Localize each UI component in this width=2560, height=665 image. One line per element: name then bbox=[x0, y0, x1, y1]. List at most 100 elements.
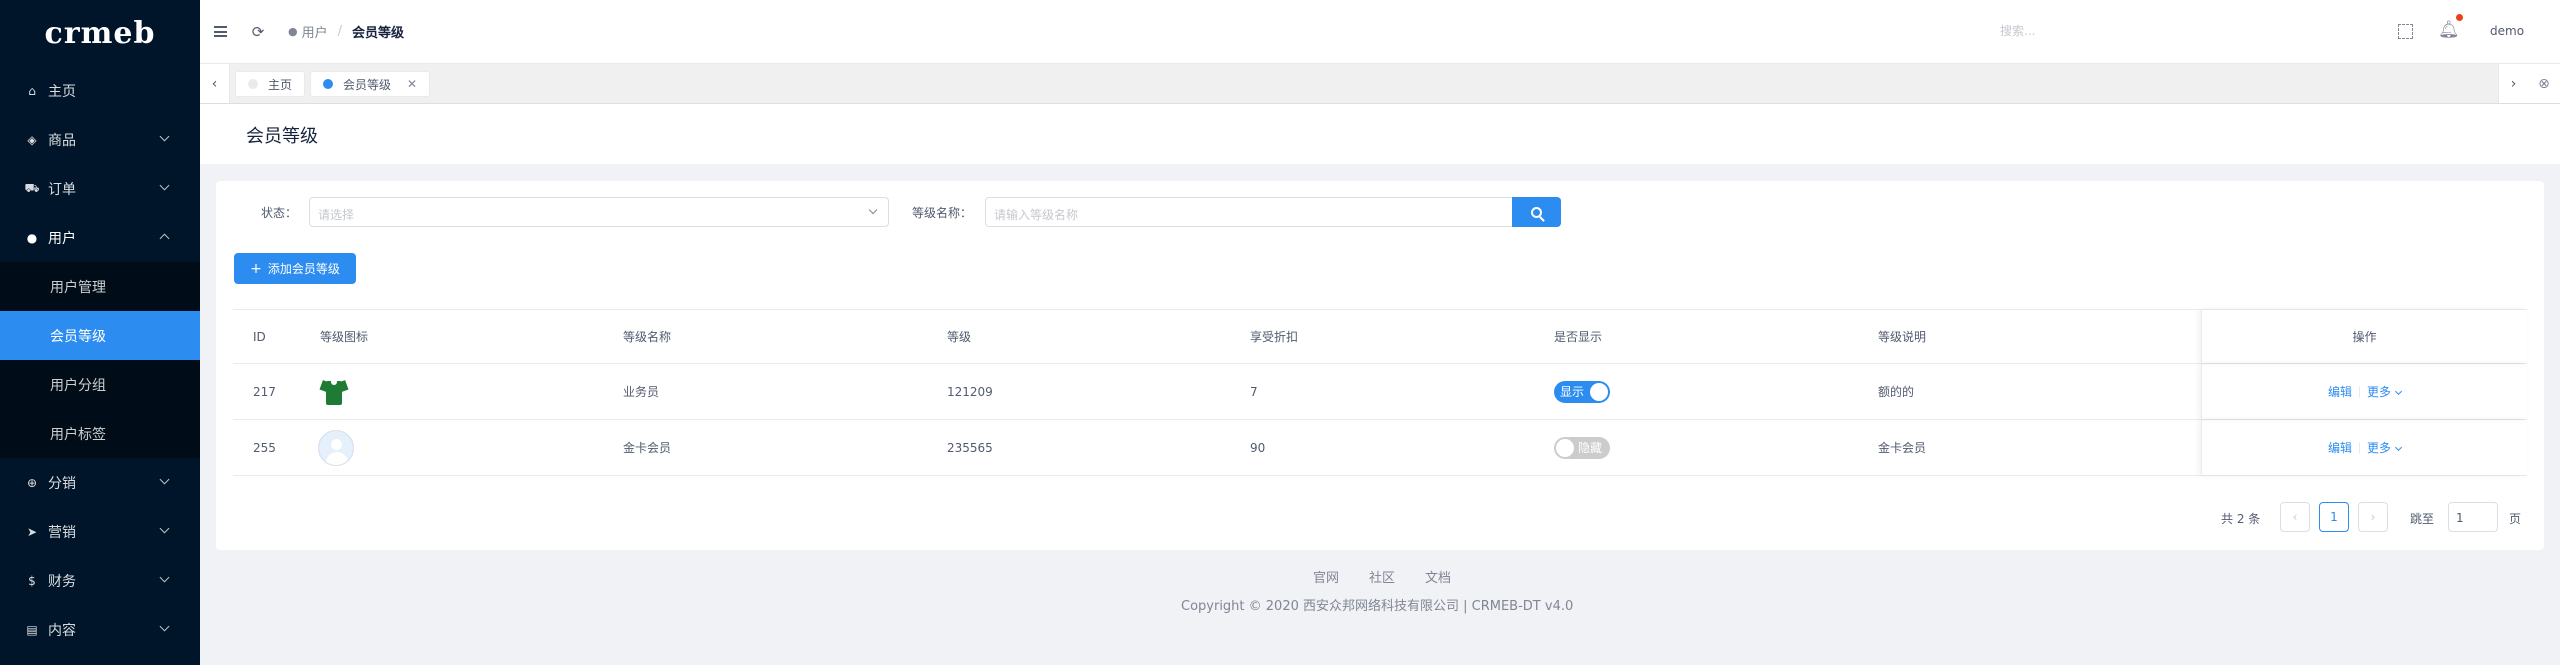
footer-link-docs[interactable]: 文档 bbox=[1425, 567, 1451, 586]
header-search-input[interactable]: 搜索... bbox=[2000, 22, 2150, 42]
more-dropdown[interactable]: 更多 bbox=[2367, 439, 2403, 456]
row-discount: 90 bbox=[1250, 440, 1266, 455]
footer-link-community[interactable]: 社区 bbox=[1369, 567, 1395, 586]
row-grade: 121209 bbox=[947, 384, 993, 399]
page-button-1[interactable]: 1 bbox=[2319, 502, 2349, 532]
sidebar-item-content[interactable]: ▤ 内容 bbox=[0, 605, 200, 654]
row-desc: 额的的 bbox=[1878, 385, 1915, 399]
chevron-down-icon bbox=[159, 572, 170, 583]
page-header: 会员等级 bbox=[200, 104, 2560, 164]
sidebar-subitem-user-management[interactable]: 用户管理 bbox=[0, 262, 200, 311]
cart-icon: ⛟ bbox=[24, 180, 40, 195]
user-icon: ● bbox=[288, 25, 298, 38]
col-icon: 等级图标 bbox=[320, 330, 369, 344]
main-card: 状态： 请选择 等级名称： 请输入等级名称 + 添加会员等级 ID 等级图标 等… bbox=[216, 181, 2544, 550]
col-name: 等级名称 bbox=[623, 330, 672, 344]
edit-link[interactable]: 编辑 bbox=[2328, 383, 2352, 400]
row-grade: 235565 bbox=[947, 440, 993, 455]
tab-status-dot bbox=[323, 79, 333, 89]
sidebar-item-label: 订单 bbox=[48, 181, 76, 198]
level-icon bbox=[319, 364, 349, 419]
more-label: 更多 bbox=[2367, 441, 2392, 455]
dollar-icon: $ bbox=[28, 573, 36, 588]
sidebar-item-orders[interactable]: ⛟ 订单 bbox=[0, 164, 200, 213]
tabs-scroll-left-button[interactable]: ‹ bbox=[200, 64, 230, 103]
user-menu[interactable]: demo bbox=[2490, 24, 2524, 38]
status-select[interactable]: 请选择 bbox=[309, 197, 889, 227]
add-button-label: 添加会员等级 bbox=[267, 262, 340, 276]
action-divider bbox=[2359, 385, 2360, 398]
status-label: 状态： bbox=[261, 206, 298, 220]
close-all-tabs-icon[interactable]: ⊗ bbox=[2528, 64, 2560, 103]
sidebar-item-finance[interactable]: $ 财务 bbox=[0, 556, 200, 605]
col-desc: 等级说明 bbox=[1878, 330, 1927, 344]
fullscreen-icon[interactable] bbox=[2398, 24, 2413, 39]
toggle-label: 隐藏 bbox=[1578, 441, 1603, 455]
book-icon: ▤ bbox=[26, 622, 38, 637]
row-name: 业务员 bbox=[623, 385, 660, 399]
close-icon[interactable]: ✕ bbox=[407, 77, 417, 91]
row-desc: 金卡会员 bbox=[1878, 441, 1927, 455]
copyright: Copyright © 2020 西安众邦网络科技有限公司 | CRMEB-DT… bbox=[1181, 599, 1574, 614]
avatar-icon bbox=[318, 429, 354, 466]
logo-text: crmeb bbox=[44, 15, 156, 51]
col-actions-label: 操作 bbox=[2352, 330, 2377, 344]
breadcrumb-current: 会员等级 bbox=[352, 26, 405, 41]
jump-to-label: 跳至 bbox=[2410, 512, 2435, 526]
prev-page-button[interactable]: ‹ bbox=[2280, 502, 2310, 532]
col-actions: 操作 bbox=[2201, 310, 2527, 363]
sidebar-subitem-user-tag[interactable]: 用户标签 bbox=[0, 409, 200, 458]
sidebar-item-goods[interactable]: ◈ 商品 bbox=[0, 115, 200, 164]
chevron-down-icon bbox=[2394, 387, 2403, 396]
sidebar-item-distribution[interactable]: ⊕ 分销 bbox=[0, 458, 200, 507]
page-title: 会员等级 bbox=[246, 126, 318, 147]
logo[interactable]: crmeb bbox=[0, 0, 200, 66]
search-button[interactable] bbox=[1512, 197, 1561, 227]
table-header-row: ID 等级图标 等级名称 等级 享受折扣 是否显示 等级说明 操作 bbox=[233, 309, 2527, 364]
sidebar-item-label: 分销 bbox=[48, 475, 76, 492]
next-page-button[interactable]: › bbox=[2358, 502, 2388, 532]
edit-link[interactable]: 编辑 bbox=[2328, 439, 2352, 456]
bell-icon[interactable]: 🔔︎ bbox=[2438, 20, 2460, 40]
tab-member-level[interactable]: 会员等级 ✕ bbox=[310, 71, 431, 97]
chevron-down-icon bbox=[2394, 443, 2403, 452]
tabs-scroll-right-button[interactable]: › bbox=[2498, 64, 2528, 103]
chevron-down-icon bbox=[159, 474, 170, 485]
user-icon: ● bbox=[26, 230, 38, 245]
sidebar-item-label: 财务 bbox=[48, 573, 76, 590]
level-name-input[interactable]: 请输入等级名称 bbox=[985, 197, 1512, 227]
tab-status-dot bbox=[248, 79, 258, 89]
show-toggle[interactable]: 显示 bbox=[1554, 380, 1610, 403]
sidebar-item-label: 商品 bbox=[48, 132, 76, 149]
menu-toggle-icon[interactable] bbox=[212, 26, 228, 37]
refresh-icon[interactable]: ⟳ bbox=[250, 23, 266, 41]
footer-link-website[interactable]: 官网 bbox=[1313, 567, 1339, 586]
row-name: 金卡会员 bbox=[623, 441, 672, 455]
jump-to-page-input[interactable]: 1 bbox=[2448, 502, 2498, 532]
sidebar-item-users[interactable]: ● 用户 bbox=[0, 213, 200, 262]
tab-home[interactable]: 主页 bbox=[235, 71, 306, 97]
level-name-placeholder: 请输入等级名称 bbox=[994, 208, 1079, 222]
row-show-cell: 隐藏 bbox=[1554, 420, 1610, 475]
row-id: 217 bbox=[253, 384, 276, 399]
more-dropdown[interactable]: 更多 bbox=[2367, 383, 2403, 400]
tab-label: 会员等级 bbox=[343, 77, 392, 92]
toggle-knob bbox=[1590, 382, 1608, 401]
table-row: 217 业务员 121209 7 显示 额的的 编辑 更多 bbox=[233, 364, 2527, 420]
row-id: 255 bbox=[253, 440, 276, 455]
sidebar-item-marketing[interactable]: ➤ 营销 bbox=[0, 507, 200, 556]
sidebar-item-label: 营销 bbox=[48, 524, 76, 541]
sidebar-item-label: 主页 bbox=[48, 83, 76, 100]
pagination: 共 2 条 ‹ 1 › 跳至 1 页 bbox=[216, 502, 2544, 532]
chevron-up-icon bbox=[159, 233, 170, 244]
level-icon bbox=[318, 420, 354, 475]
show-toggle[interactable]: 隐藏 bbox=[1554, 436, 1610, 459]
toggle-label: 显示 bbox=[1560, 385, 1585, 399]
add-member-level-button[interactable]: + 添加会员等级 bbox=[234, 253, 356, 284]
sidebar-subitem-member-level[interactable]: 会员等级 bbox=[0, 311, 200, 360]
breadcrumb-parent[interactable]: ● 用户 bbox=[288, 22, 328, 41]
sidebar-item-home[interactable]: ⌂ 主页 bbox=[0, 66, 200, 115]
tabs-bar: ‹ 主页 会员等级 ✕ › ⊗ bbox=[200, 64, 2560, 104]
row-discount: 7 bbox=[1250, 384, 1258, 399]
sidebar-subitem-user-group[interactable]: 用户分组 bbox=[0, 360, 200, 409]
